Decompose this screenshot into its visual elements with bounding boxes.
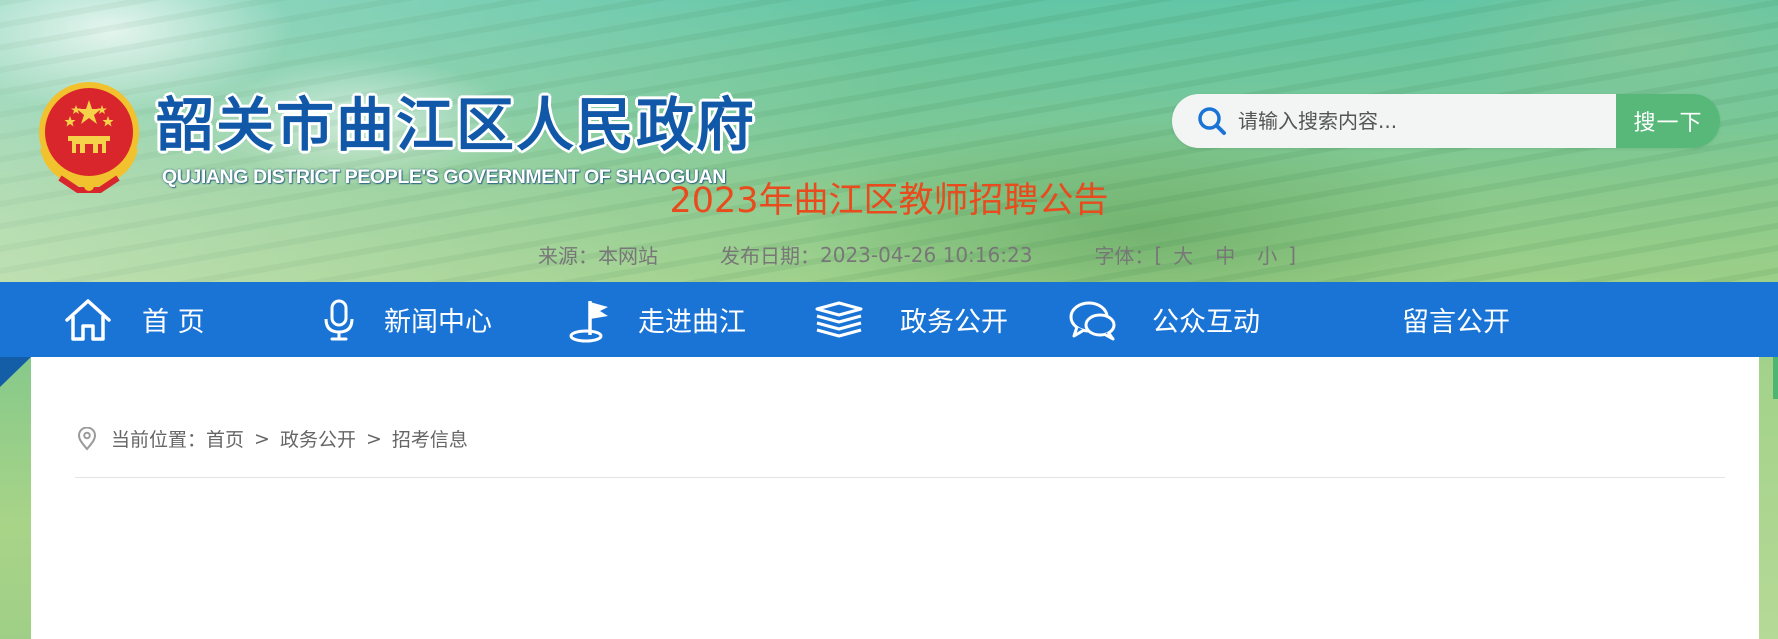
chat-bubbles-icon (1069, 301, 1116, 340)
font-size-label: 字体： (1094, 244, 1155, 268)
location-pin-icon (77, 426, 97, 451)
microphone-icon (324, 299, 354, 340)
nav-item-about[interactable]: 走进曲江 (566, 282, 746, 357)
nav-item-interaction[interactable]: 公众互动 (1068, 282, 1260, 357)
breadcrumb-separator: > (254, 427, 270, 450)
nav-label: 新闻中心 (384, 307, 492, 338)
article-meta: 来源： 本网站 发布日期： 2023-04-26 10:16:23 字体： [ … (538, 240, 1296, 269)
font-size-large-button[interactable]: 大 (1173, 240, 1193, 269)
publish-date-value: 2023-04-26 10:16:23 (820, 242, 1033, 267)
publish-date-label: 发布日期： (720, 244, 820, 268)
right-edge-decoration (1759, 357, 1778, 639)
breadcrumb-home-link[interactable]: 首页 (206, 425, 244, 452)
font-size-bracket-close: ] (1288, 242, 1297, 267)
search-bar: 搜一下 (1172, 94, 1720, 148)
font-size-bracket-open: [ (1154, 242, 1163, 267)
breadcrumb-divider (75, 477, 1725, 478)
site-title: 韶关市曲江区人民政府 (156, 91, 757, 159)
search-button[interactable]: 搜一下 (1616, 94, 1720, 148)
search-field (1172, 94, 1616, 148)
left-edge-decoration (0, 357, 31, 639)
breadcrumb-gov-affairs-link[interactable]: 政务公开 (280, 425, 356, 452)
nav-label: 留言公开 (1402, 307, 1510, 338)
layers-icon (815, 301, 863, 337)
article-panel: 当前位置： 首页 > 政务公开 > 招考信息 (31, 357, 1759, 639)
right-edge-accent (1773, 357, 1778, 399)
source-label: 来源： (538, 244, 598, 268)
nav-label: 政务公开 (900, 307, 1008, 338)
source-value: 本网站 (598, 244, 658, 268)
nav-item-gov-affairs[interactable]: 政务公开 (814, 282, 1008, 357)
font-size-medium-button[interactable]: 中 (1215, 240, 1235, 269)
main-nav: 首 页 新闻中心 走进曲江 政务公开 公众互动 留言公开 (0, 282, 1778, 357)
breadcrumb-recruitment-link[interactable]: 招考信息 (392, 425, 468, 452)
nav-label: 首 页 (142, 307, 205, 338)
nav-item-news[interactable]: 新闻中心 (322, 282, 492, 357)
breadcrumb-separator: > (365, 427, 382, 450)
search-input[interactable] (1238, 109, 1598, 133)
search-icon (1198, 107, 1226, 135)
nav-label: 走进曲江 (638, 307, 746, 338)
nav-label: 公众互动 (1152, 307, 1260, 338)
breadcrumb-prefix: 当前位置： (111, 429, 207, 451)
flag-icon (569, 300, 608, 342)
nav-item-home[interactable]: 首 页 (64, 282, 205, 357)
breadcrumb: 当前位置： 首页 > 政务公开 > 招考信息 (77, 425, 468, 452)
nav-item-messages[interactable]: 留言公开 (1402, 282, 1510, 357)
font-size-small-button[interactable]: 小 (1257, 240, 1277, 269)
article-title: 2023年曲江区教师招聘公告 (669, 181, 1109, 221)
home-icon (65, 298, 111, 341)
